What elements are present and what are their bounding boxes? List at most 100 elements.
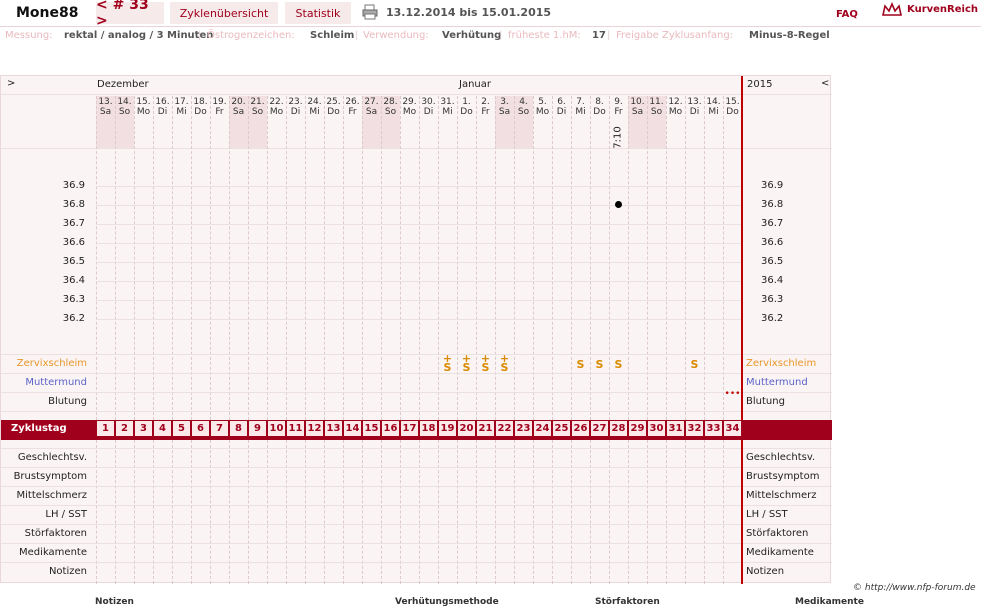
row-label-zervix: Zervixschleim (16, 358, 87, 369)
extra-row-label: Notizen (48, 566, 87, 577)
extra-row-label-right: Störfaktoren (746, 528, 809, 539)
zervix-symbol: S (595, 358, 604, 371)
nav-next[interactable]: < (821, 78, 829, 89)
temp-tick-label: 36.3 (62, 294, 85, 305)
day-weekday: Mi (176, 107, 187, 117)
day-column-line (362, 96, 363, 420)
day-weekday: Fr (215, 107, 224, 117)
day-weekday: Fr (481, 107, 490, 117)
messung-value: rektal / analog / 3 Minuten (64, 30, 214, 41)
extra-row-label-right: Brustsymptom (746, 471, 820, 482)
frueh-label: früheste 1.hM: (508, 30, 581, 41)
tab-statistik[interactable]: Statistik (285, 2, 351, 24)
day-column-line (723, 96, 724, 420)
verwendung-label: Verwendung: (363, 30, 429, 41)
day-column-line (685, 96, 686, 420)
nav-prev[interactable]: > (7, 78, 15, 89)
day-weekday: Mo (136, 107, 151, 117)
cycle-day-number: 32 (686, 421, 703, 436)
day-date: 9. (614, 97, 623, 107)
verwendung-value: Verhütung (442, 30, 502, 41)
faq-link[interactable]: FAQ (836, 9, 858, 20)
day-column-line (191, 96, 192, 420)
day-date: 17. (174, 97, 189, 107)
day-weekday: Mi (575, 107, 586, 117)
cycle-day-number: 30 (648, 421, 665, 436)
day-weekday: Mi (309, 107, 320, 117)
day-weekday: So (118, 107, 131, 117)
day-column-line (419, 96, 420, 420)
brand-logo[interactable]: KurvenReich (907, 4, 978, 15)
tab-zyklenuebersicht[interactable]: Zyklenübersicht (170, 2, 278, 24)
day-column-line (609, 96, 610, 420)
cycle-day-number: 9 (249, 421, 266, 436)
row-divider (1, 448, 832, 449)
cycle-day-number: 24 (534, 421, 551, 436)
extra-row-label-right: Geschlechtsv. (746, 452, 816, 463)
day-date: 15. (725, 97, 740, 107)
temp-point (615, 201, 622, 208)
day-date: 14. (706, 97, 721, 107)
oestro-value: Schleim (310, 30, 355, 41)
row-divider (1, 486, 832, 487)
cycle-nav[interactable]: < # 33 > (96, 0, 164, 29)
zyklustag-label: Zyklustag (11, 423, 67, 434)
day-column-line (400, 96, 401, 420)
day-column-line (115, 96, 116, 420)
day-date: 20. (231, 97, 246, 107)
freigabe-label: Freigabe Zyklusanfang: (616, 30, 734, 41)
cycle-day-number: 7 (211, 421, 228, 436)
day-date: 27. (364, 97, 379, 107)
zervix-symbol: + S (495, 353, 514, 374)
day-date: 19. (212, 97, 227, 107)
row-divider (1, 524, 832, 525)
temp-gridline (96, 319, 742, 320)
cycle-day-number: 22 (496, 421, 513, 436)
day-weekday: So (517, 107, 530, 117)
day-weekday: Do (194, 107, 207, 117)
cycle-day-number: 10 (268, 421, 285, 436)
cycle-day-number: 21 (477, 421, 494, 436)
day-weekday: Sa (631, 107, 644, 117)
temp-gridline (96, 205, 742, 206)
day-weekday: Di (689, 107, 700, 117)
day-weekday: Do (460, 107, 473, 117)
cycle-day-number: 18 (420, 421, 437, 436)
bleeding-mark: ••• (724, 389, 741, 399)
day-date: 7. (576, 97, 585, 107)
temp-tick-label: 36.6 (62, 237, 85, 248)
day-column-line (381, 96, 382, 420)
cycle-day-number: 29 (629, 421, 646, 436)
cycle-day-number: 12 (306, 421, 323, 436)
row-divider (1, 373, 832, 374)
day-date: 3. (500, 97, 509, 107)
day-date: 6. (557, 97, 566, 107)
day-date: 15. (136, 97, 151, 107)
day-column-line (514, 96, 515, 420)
row-label-blutung: Blutung (48, 396, 87, 407)
footer-stoer: Störfaktoren (595, 597, 660, 607)
crown-icon (881, 1, 903, 22)
cycle-day-number: 14 (344, 421, 361, 436)
year-label: 2015 (747, 79, 773, 90)
day-column-line (647, 96, 648, 420)
row-divider (1, 505, 832, 506)
day-date: 8. (595, 97, 604, 107)
day-date: 24. (307, 97, 322, 107)
day-column-line (704, 96, 705, 420)
print-icon[interactable] (362, 4, 378, 20)
day-date: 31. (440, 97, 455, 107)
day-weekday: Di (423, 107, 434, 117)
cycle-day-number: 6 (192, 421, 209, 436)
row-divider (1, 411, 832, 412)
cycle-day-number: 27 (591, 421, 608, 436)
copyright[interactable]: © http://www.nfp-forum.de (853, 583, 976, 593)
extra-row-label: Geschlechtsv. (17, 452, 87, 463)
zervix-s: S (500, 361, 509, 374)
day-column-line (286, 96, 287, 420)
extra-row-label: Störfaktoren (24, 528, 87, 539)
zervix-symbol: + S (476, 353, 495, 373)
day-column-line (172, 96, 173, 420)
cycle-day-number: 28 (610, 421, 627, 436)
user-name[interactable]: Mone88 (16, 5, 79, 21)
